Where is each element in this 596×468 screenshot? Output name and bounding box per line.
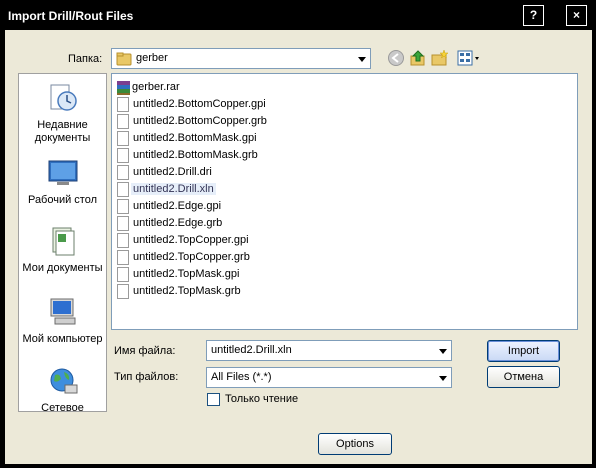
chevron-down-icon[interactable] — [439, 376, 447, 381]
file-icon — [117, 199, 129, 214]
file-name: untitled2.TopCopper.grb — [133, 251, 250, 263]
readonly-label: Только чтение — [225, 393, 299, 405]
look-in-value: gerber — [136, 52, 168, 64]
file-name: untitled2.Edge.grb — [133, 217, 223, 229]
file-icon — [117, 182, 129, 197]
file-name: untitled2.BottomMask.gpi — [133, 132, 257, 144]
chevron-down-icon[interactable] — [358, 57, 366, 62]
my-computer-icon — [50, 298, 75, 325]
cancel-button[interactable]: Отмена — [487, 366, 560, 388]
file-name: gerber.rar — [132, 81, 180, 93]
place-my-documents[interactable]: Мои документы — [19, 225, 106, 275]
file-icon — [117, 97, 129, 112]
desktop-icon — [48, 160, 77, 185]
options-button[interactable]: Options — [318, 433, 392, 455]
look-in-combo[interactable]: gerber — [111, 48, 371, 69]
import-button[interactable]: Import — [487, 340, 560, 362]
place-label: Недавние документы — [34, 119, 91, 144]
file-name: untitled2.Drill.dri — [133, 166, 212, 178]
view-menu-icon[interactable] — [457, 49, 481, 67]
place-label: Сетевое — [41, 402, 84, 414]
filename-combo[interactable]: untitled2.Drill.xln — [206, 340, 452, 361]
filetype-value: All Files (*.*) — [211, 371, 272, 383]
chevron-down-icon[interactable] — [439, 349, 447, 354]
place-recent-documents[interactable]: Недавние документы — [19, 82, 106, 145]
import-dialog-window: Import Drill/Rout Files ? × Папка: gerbe… — [0, 0, 596, 468]
file-name: untitled2.BottomCopper.grb — [133, 115, 267, 127]
rar-archive-icon — [117, 81, 130, 95]
filetype-label: Тип файлов: — [114, 371, 179, 383]
file-name: untitled2.BottomMask.grb — [133, 149, 258, 161]
new-folder-icon[interactable] — [431, 49, 449, 67]
place-my-computer[interactable]: Мой компьютер — [19, 296, 106, 346]
filename-label: Имя файла: — [114, 345, 176, 357]
place-network[interactable]: Сетевое — [19, 365, 106, 415]
file-icon — [117, 267, 129, 282]
place-desktop[interactable]: Рабочий стол — [19, 157, 106, 207]
file-icon — [117, 148, 129, 163]
file-icon — [117, 114, 129, 129]
place-label: Рабочий стол — [27, 194, 98, 206]
file-name: untitled2.Edge.gpi — [133, 200, 222, 212]
close-button[interactable]: × — [566, 5, 587, 26]
title-bar[interactable]: Import Drill/Rout Files ? × — [2, 2, 594, 30]
place-label: Мой компьютер — [22, 333, 103, 345]
window-title: Import Drill/Rout Files — [8, 9, 134, 23]
folder-icon — [116, 52, 132, 66]
look-in-label: Папка: — [68, 53, 103, 65]
my-documents-icon — [52, 227, 74, 256]
up-folder-icon[interactable] — [409, 49, 427, 67]
file-name: untitled2.TopCopper.gpi — [133, 234, 249, 246]
filename-value: untitled2.Drill.xln — [211, 344, 292, 356]
recent-documents-icon — [50, 84, 77, 111]
file-name: untitled2.TopMask.grb — [133, 285, 241, 297]
file-icon — [117, 250, 129, 265]
file-name: untitled2.BottomCopper.gpi — [133, 98, 266, 110]
place-label: Мои документы — [22, 262, 103, 274]
help-button[interactable]: ? — [523, 5, 544, 26]
file-list[interactable]: gerber.rar untitled2.BottomCopper.gpi un… — [111, 73, 578, 330]
file-icon — [117, 216, 129, 231]
file-name: untitled2.Drill.xln — [131, 183, 216, 195]
places-bar: Недавние документы Рабочий стол Мои доку… — [18, 73, 107, 415]
dialog-body: Папка: gerber Недавние документы Рабочий… — [5, 30, 592, 464]
file-icon — [117, 233, 129, 248]
readonly-checkbox[interactable] — [207, 393, 220, 406]
filetype-combo[interactable]: All Files (*.*) — [206, 367, 452, 388]
file-icon — [117, 131, 129, 146]
network-icon — [50, 368, 77, 394]
file-icon — [117, 284, 129, 299]
back-icon[interactable] — [387, 49, 405, 67]
file-icon — [117, 165, 129, 180]
file-name: untitled2.TopMask.gpi — [133, 268, 240, 280]
